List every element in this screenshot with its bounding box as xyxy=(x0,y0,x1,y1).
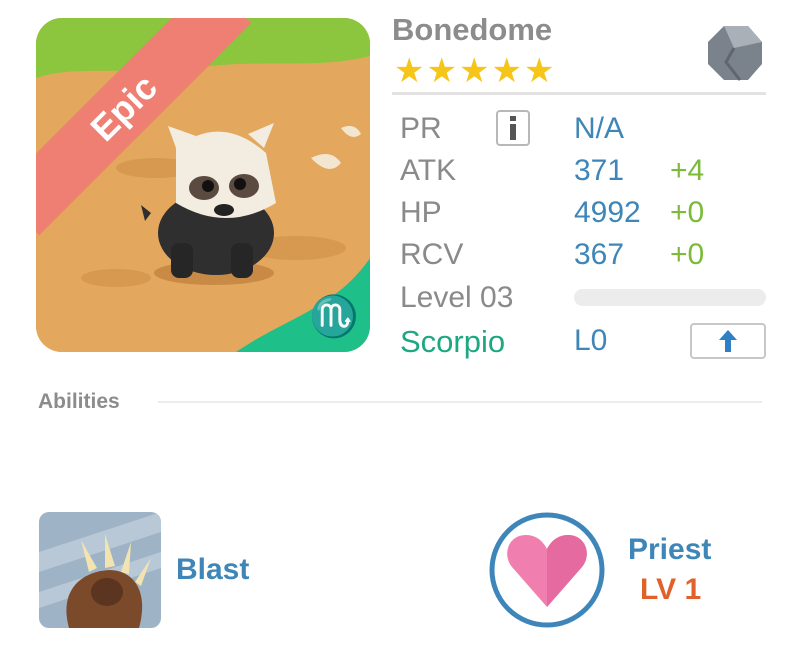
stat-value-rcv: 367 xyxy=(574,238,625,271)
skill-name[interactable]: Blast xyxy=(176,553,249,587)
header-divider xyxy=(392,92,766,95)
stat-value-atk: 371 xyxy=(574,154,625,187)
info-icon xyxy=(510,116,516,140)
stone-element-icon xyxy=(708,26,762,81)
stat-label-atk: ATK xyxy=(400,154,457,187)
heart-class-icon[interactable] xyxy=(488,511,606,629)
level-label: Level 03 xyxy=(400,281,514,314)
stat-value-hp: 4992 xyxy=(574,196,641,229)
star-rating: ★ ★ ★ ★ ★ xyxy=(394,54,554,88)
stat-label-hp: HP xyxy=(400,196,442,229)
stat-bonus-atk: +4 xyxy=(670,154,705,187)
upgrade-button[interactable] xyxy=(690,323,766,359)
stat-value-pr: N/A xyxy=(574,112,625,145)
zodiac-rank: L0 xyxy=(574,324,608,357)
abilities-title: Abilities xyxy=(38,390,120,413)
claw-skill-icon[interactable] xyxy=(39,512,161,628)
stat-label-pr: PR xyxy=(400,112,442,145)
arrow-up-icon xyxy=(719,330,737,352)
star-icon: ★ xyxy=(394,52,425,90)
star-icon: ★ xyxy=(458,52,490,90)
monster-portrait: Epic ♏ xyxy=(36,18,370,352)
level-progress-bar xyxy=(574,289,766,306)
stat-bonus-hp: +0 xyxy=(670,196,705,229)
stat-bonus-rcv: +0 xyxy=(670,238,705,271)
stat-label-rcv: RCV xyxy=(400,238,464,271)
monster-name: Bonedome xyxy=(392,12,553,47)
class-level: LV 1 xyxy=(640,573,702,606)
abilities-divider xyxy=(158,401,762,403)
star-icon: ★ xyxy=(523,52,555,90)
info-button[interactable] xyxy=(496,110,530,146)
star-icon: ★ xyxy=(426,52,457,90)
class-name: Priest xyxy=(628,533,712,566)
zodiac-name: Scorpio xyxy=(400,324,506,359)
star-icon: ★ xyxy=(491,52,522,90)
scorpio-icon: ♏ xyxy=(309,294,359,339)
